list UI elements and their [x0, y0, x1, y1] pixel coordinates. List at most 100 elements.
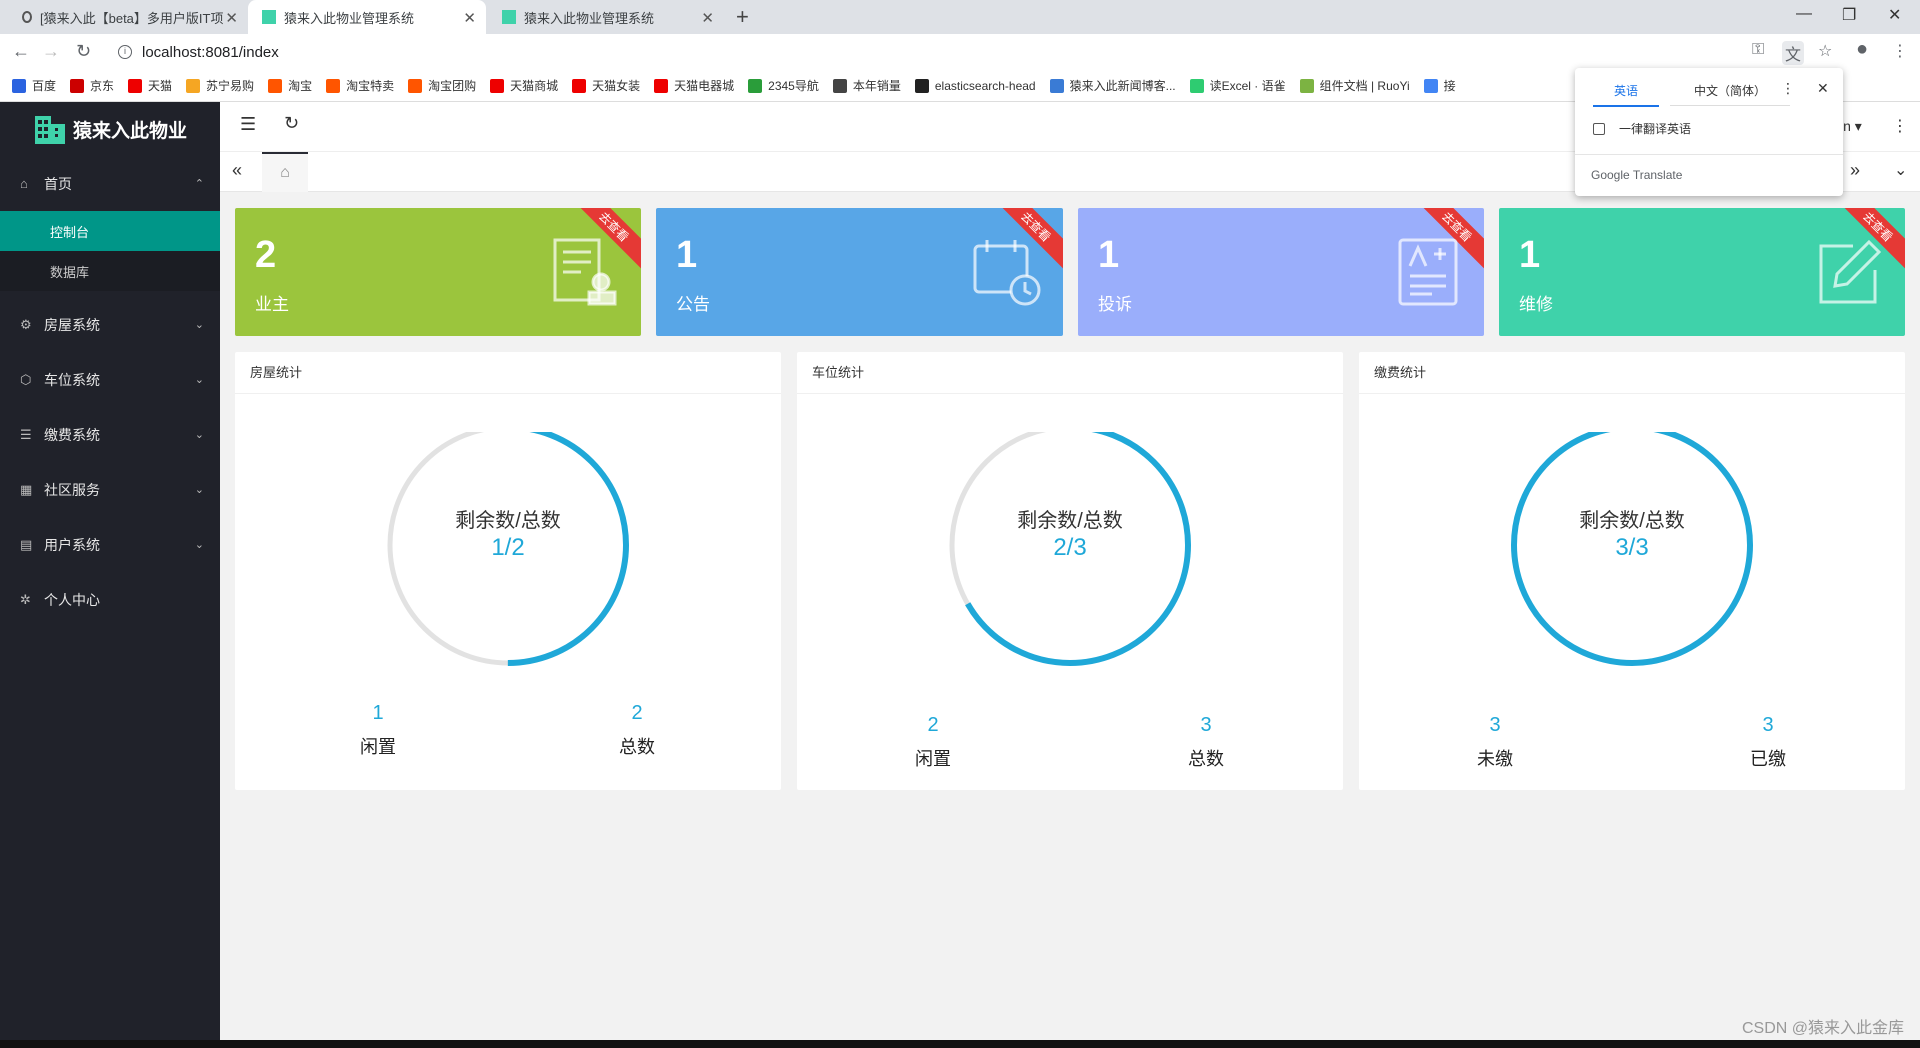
- bookmark-item[interactable]: 读Excel · 语雀: [1189, 77, 1286, 94]
- submenu-label: 数据库: [50, 264, 90, 280]
- bookmark-item[interactable]: 本年销量: [832, 77, 901, 94]
- more-icon[interactable]: ⋮: [1781, 80, 1795, 97]
- url-input[interactable]: i localhost:8081/index: [110, 38, 1810, 66]
- profile-icon[interactable]: ●: [1856, 38, 1868, 61]
- browser-tab-bar: [猿来入此【beta】多用户版IT项 ✕ 猿来入此物业管理系统 ✕ 猿来入此物业…: [0, 0, 1920, 34]
- settings-icon: ✲: [20, 591, 31, 607]
- bookmark-label: 百度: [32, 79, 57, 93]
- bookmark-favicon-icon: [12, 78, 26, 93]
- address-bar: ← → ↻ i localhost:8081/index ⚿ 文 ☆ ● ⋮: [0, 34, 1920, 70]
- home-icon: ⌂: [20, 176, 28, 191]
- ring-label: 剩余数/总数: [455, 510, 561, 532]
- menu-item-profile[interactable]: ✲ 个人中心: [0, 572, 220, 627]
- bookmark-favicon-icon: [1423, 78, 1438, 93]
- menu-item-housing[interactable]: ⚙ 房屋系统 ⌄: [0, 297, 220, 352]
- always-translate-checkbox[interactable]: 一律翻译英语: [1593, 120, 1691, 137]
- bookmark-item[interactable]: 淘宝团购: [408, 77, 476, 94]
- tab-title: 猿来入此物业管理系统: [284, 10, 415, 26]
- bookmark-favicon-icon: [326, 78, 341, 93]
- tabs-menu-icon[interactable]: ⌄: [1894, 160, 1907, 180]
- card-complaints[interactable]: 1 投诉 去查看: [1078, 208, 1484, 336]
- menu-item-community[interactable]: ▦ 社区服务 ⌄: [0, 462, 220, 517]
- browser-tab-2[interactable]: 猿来入此物业管理系统 ✕: [248, 0, 486, 34]
- collapse-menu-icon[interactable]: ☰: [240, 114, 256, 135]
- stat-left: 3 未缴: [1435, 714, 1555, 771]
- building-icon: [502, 10, 516, 24]
- bookmark-favicon-icon: [186, 78, 201, 93]
- menu-dots-icon[interactable]: ⋮: [1892, 41, 1908, 61]
- stat-label: 总数: [619, 737, 655, 757]
- bookmark-item[interactable]: 猿来入此新闻博客...: [1049, 77, 1176, 94]
- bookmark-item[interactable]: 天猫: [128, 77, 172, 94]
- bookmark-item[interactable]: elasticsearch-head: [914, 78, 1036, 93]
- close-icon[interactable]: ✕: [701, 9, 714, 27]
- bookmark-item[interactable]: 2345导航: [748, 77, 819, 94]
- bookmark-favicon-icon: [128, 78, 143, 93]
- browser-tab-3[interactable]: 猿来入此物业管理系统 ✕: [488, 0, 724, 34]
- bookmark-item[interactable]: 京东: [70, 77, 114, 94]
- translate-icon[interactable]: 文: [1782, 41, 1805, 65]
- bookmark-item[interactable]: 淘宝: [268, 77, 312, 94]
- card-label: 投诉: [1098, 295, 1132, 314]
- menu-item-home[interactable]: ⌂ 首页 ⌃: [0, 156, 220, 211]
- translate-popup: 英语 中文（简体） ⋮ ✕ 一律翻译英语 Google Translate: [1575, 68, 1843, 196]
- minimize-icon[interactable]: —: [1796, 5, 1812, 23]
- tab-home[interactable]: ⌂: [262, 152, 308, 192]
- logo-text: 猿来入此物业: [72, 120, 187, 142]
- stat-value: 2: [927, 714, 939, 736]
- bookmark-item[interactable]: 接: [1423, 77, 1456, 94]
- key-icon[interactable]: ⚿: [1752, 41, 1764, 59]
- bookmark-item[interactable]: 淘宝特卖: [326, 77, 394, 94]
- checkbox-box[interactable]: [1593, 122, 1605, 135]
- ring-label: 剩余数/总数: [1017, 510, 1123, 532]
- card-repairs[interactable]: 1 维修 去查看: [1499, 208, 1905, 336]
- info-icon[interactable]: i: [118, 45, 132, 59]
- card-count: 2: [255, 234, 277, 276]
- translate-tab-target[interactable]: 中文（简体）: [1670, 82, 1790, 106]
- bookmark-item[interactable]: 天猫女装: [572, 77, 640, 94]
- card-count: 1: [1519, 234, 1541, 276]
- window-close-icon[interactable]: ✕: [1888, 5, 1901, 25]
- logo[interactable]: 猿来入此物业: [0, 102, 220, 156]
- bookmark-item[interactable]: 天猫电器城: [654, 77, 734, 94]
- bookmark-item[interactable]: 天猫商城: [490, 77, 558, 94]
- tabs-right-icon[interactable]: »: [1850, 160, 1860, 181]
- bookmark-item[interactable]: 百度: [12, 77, 56, 94]
- bookmark-label: 淘宝: [288, 79, 313, 93]
- menu-label: 社区服务: [44, 481, 100, 498]
- menu-item-users[interactable]: ▤ 用户系统 ⌄: [0, 517, 220, 572]
- stat-value: 3: [1762, 714, 1774, 736]
- stat-right: 3 已缴: [1708, 714, 1828, 771]
- stat-label: 未缴: [1477, 749, 1513, 769]
- refresh-icon[interactable]: ↻: [284, 113, 299, 134]
- menu-item-payment[interactable]: ☰ 缴费系统 ⌄: [0, 407, 220, 462]
- submenu-item-console[interactable]: 控制台: [0, 211, 220, 251]
- back-icon[interactable]: ←: [12, 41, 30, 62]
- more-icon[interactable]: ⋮: [1892, 116, 1908, 136]
- reload-icon[interactable]: ↻: [76, 41, 91, 62]
- menu-item-parking[interactable]: ⬡ 车位系统 ⌄: [0, 352, 220, 407]
- forward-icon[interactable]: →: [42, 41, 60, 62]
- card-notices[interactable]: 1 公告 去查看: [656, 208, 1063, 336]
- translate-tab-source[interactable]: 英语: [1593, 82, 1659, 107]
- star-icon[interactable]: ☆: [1818, 41, 1832, 61]
- chevron-down-icon: ⌄: [194, 374, 204, 386]
- browser-tab-1[interactable]: [猿来入此【beta】多用户版IT项 ✕: [8, 0, 248, 34]
- close-icon[interactable]: ✕: [1817, 80, 1829, 97]
- list-icon: ☰: [20, 426, 32, 442]
- new-tab-icon[interactable]: +: [736, 4, 749, 30]
- chevron-down-icon: ⌄: [194, 539, 204, 551]
- gear-icon: ⚙: [20, 316, 32, 332]
- user-menu[interactable]: in ▾: [1840, 118, 1862, 135]
- tabs-left-icon[interactable]: «: [232, 160, 242, 181]
- bookmark-item[interactable]: 苏宁易购: [186, 77, 254, 94]
- submenu-item-database[interactable]: 数据库: [0, 251, 220, 291]
- restore-icon[interactable]: ❐: [1842, 5, 1856, 25]
- bookmark-favicon-icon: [408, 78, 423, 93]
- close-icon[interactable]: ✕: [225, 9, 238, 27]
- bookmark-item[interactable]: 组件文档 | RuoYi: [1299, 77, 1410, 94]
- close-icon[interactable]: ✕: [463, 9, 476, 27]
- menu-label: 用户系统: [44, 536, 100, 553]
- card-owners[interactable]: 2 业主 去查看: [235, 208, 641, 336]
- bookmark-label: 天猫女装: [592, 79, 641, 93]
